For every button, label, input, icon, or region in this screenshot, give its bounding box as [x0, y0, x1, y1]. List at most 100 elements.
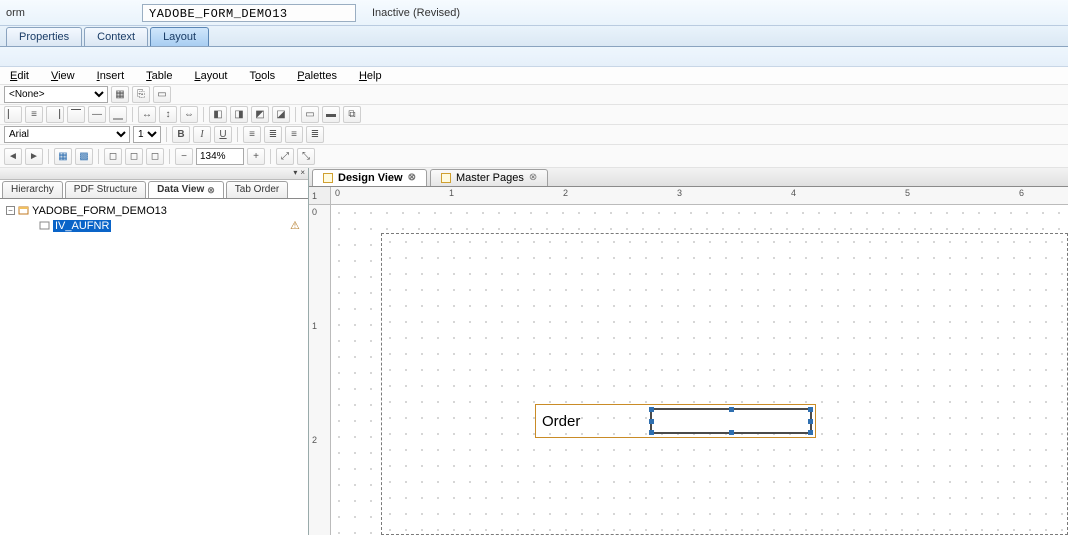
menu-insert[interactable]: Insert: [97, 70, 125, 82]
collapse-icon[interactable]: −: [6, 206, 15, 215]
align-text-center-icon[interactable]: ≣: [264, 126, 282, 143]
form-header: orm YADOBE_FORM_DEMO13 Inactive (Revised…: [0, 0, 1068, 26]
dist-v-icon[interactable]: ↕: [159, 106, 177, 123]
align-left-icon[interactable]: ⎸: [4, 106, 22, 123]
align-bottom-icon[interactable]: ⎽: [109, 106, 127, 123]
dropdown-icon[interactable]: ▾: [293, 168, 297, 179]
group-b-icon[interactable]: ◨: [230, 106, 248, 123]
menu-layout[interactable]: Layout: [194, 70, 227, 82]
resize-handle[interactable]: [649, 419, 654, 424]
menu-tools[interactable]: Tools: [250, 70, 276, 82]
nav-back-icon[interactable]: ◄: [4, 148, 22, 165]
align-text-right-icon[interactable]: ≡: [285, 126, 303, 143]
ruler-tick-label: 4: [791, 188, 796, 198]
box-c-icon[interactable]: ◻: [146, 148, 164, 165]
menu-palettes[interactable]: Palettes: [297, 70, 337, 82]
grid-alt-icon[interactable]: ▩: [75, 148, 93, 165]
form-name-field[interactable]: YADOBE_FORM_DEMO13: [142, 4, 356, 22]
zoom-in-icon[interactable]: +: [247, 148, 265, 165]
toolbar-row-4: ◄ ► ▦ ▩ ◻ ◻ ◻ − 134% + ⤢ ⤡: [0, 145, 1068, 168]
rect-icon[interactable]: ▭: [301, 106, 319, 123]
grid-icon[interactable]: ▦: [54, 148, 72, 165]
nav-forward-icon[interactable]: ►: [25, 148, 43, 165]
dist-eq-icon[interactable]: ⇔: [180, 106, 198, 123]
italic-button[interactable]: I: [193, 126, 211, 143]
align-right-icon[interactable]: ⎹: [46, 106, 64, 123]
tree-child[interactable]: IV_AUFNR: [6, 218, 302, 233]
ruler-vertical: 0 1 2: [309, 205, 331, 535]
fit-a-icon[interactable]: ⤢: [276, 148, 294, 165]
menu-view[interactable]: View: [51, 70, 75, 82]
align-middle-icon[interactable]: ―: [88, 106, 106, 123]
rect-fill-icon[interactable]: ▬: [322, 106, 340, 123]
btn-tool-c[interactable]: ▭: [153, 86, 171, 103]
close-icon[interactable]: ⊗: [529, 170, 537, 186]
zoom-level[interactable]: 134%: [196, 148, 244, 165]
style-select[interactable]: <None>: [4, 86, 108, 103]
font-size-select[interactable]: 10: [133, 126, 161, 143]
separator: [270, 149, 271, 164]
tab-design-view[interactable]: Design View ⊗: [312, 169, 427, 186]
tab-properties[interactable]: Properties: [6, 27, 82, 46]
align-top-icon[interactable]: ⎺: [67, 106, 85, 123]
align-text-justify-icon[interactable]: ≣: [306, 126, 324, 143]
ruler-tick-label: 5: [905, 188, 910, 198]
font-family-select[interactable]: Arial: [4, 126, 130, 143]
separator: [98, 149, 99, 164]
resize-handle[interactable]: [808, 430, 813, 435]
palette-tab-data-view[interactable]: Data View ⊗: [148, 181, 224, 198]
bold-button[interactable]: B: [172, 126, 190, 143]
box-a-icon[interactable]: ◻: [104, 148, 122, 165]
separator: [132, 107, 133, 122]
group-c-icon[interactable]: ◩: [251, 106, 269, 123]
page-icon: [441, 173, 451, 183]
resize-handle[interactable]: [729, 407, 734, 412]
group-a-icon[interactable]: ◧: [209, 106, 227, 123]
tab-context[interactable]: Context: [84, 27, 148, 46]
group-d-icon[interactable]: ◪: [272, 106, 290, 123]
tab-master-pages[interactable]: Master Pages ⊗: [430, 169, 548, 186]
resize-handle[interactable]: [808, 407, 813, 412]
design-canvas[interactable]: Order: [331, 205, 1068, 535]
misc-icon[interactable]: ⧉: [343, 106, 361, 123]
close-icon[interactable]: ×: [300, 168, 305, 179]
palette-tab-label: Data View: [157, 182, 204, 198]
resize-handle[interactable]: [729, 430, 734, 435]
page-icon: ▦: [115, 89, 124, 100]
btn-tool-a[interactable]: ▦: [111, 86, 129, 103]
underline-button[interactable]: U: [214, 126, 232, 143]
fit-b-icon[interactable]: ⤡: [297, 148, 315, 165]
align-center-icon[interactable]: ≡: [25, 106, 43, 123]
warning-icon: ⚠: [290, 219, 304, 233]
box-b-icon[interactable]: ◻: [125, 148, 143, 165]
palette-tab-hierarchy[interactable]: Hierarchy: [2, 181, 63, 198]
dist-h-icon[interactable]: ↔: [138, 106, 156, 123]
tree-root[interactable]: − YADOBE_FORM_DEMO13: [6, 203, 302, 218]
palette-handle[interactable]: ▾ ×: [0, 168, 308, 180]
order-field-value[interactable]: [650, 408, 812, 434]
menu-help[interactable]: Help: [359, 70, 382, 82]
toolbar-strip: [0, 47, 1068, 67]
close-icon[interactable]: ⊗: [207, 182, 215, 198]
ruler-tick-label: 1: [312, 321, 317, 331]
resize-handle[interactable]: [649, 407, 654, 412]
close-icon[interactable]: ⊗: [408, 170, 416, 186]
order-field[interactable]: Order: [535, 404, 816, 438]
menu-table[interactable]: Table: [146, 70, 172, 82]
zoom-out-icon[interactable]: −: [175, 148, 193, 165]
design-tabs: Design View ⊗ Master Pages ⊗: [309, 168, 1068, 187]
data-view-tree[interactable]: − YADOBE_FORM_DEMO13 IV_AUFNR ⚠: [0, 199, 308, 535]
menu-edit[interactable]: Edit: [10, 70, 29, 82]
btn-tool-b[interactable]: ⎘: [132, 86, 150, 103]
separator: [166, 127, 167, 142]
resize-handle[interactable]: [649, 430, 654, 435]
folder-icon: ▭: [157, 89, 166, 100]
palette-tab-tab-order[interactable]: Tab Order: [226, 181, 288, 198]
align-text-left-icon[interactable]: ≡: [243, 126, 261, 143]
palette-tab-pdf[interactable]: PDF Structure: [65, 181, 146, 198]
tab-layout[interactable]: Layout: [150, 27, 209, 46]
resize-handle[interactable]: [808, 419, 813, 424]
ruler-tick-label: 2: [563, 188, 568, 198]
separator: [169, 149, 170, 164]
designer-menu: Edit View Insert Table Layout Tools Pale…: [0, 67, 1068, 85]
